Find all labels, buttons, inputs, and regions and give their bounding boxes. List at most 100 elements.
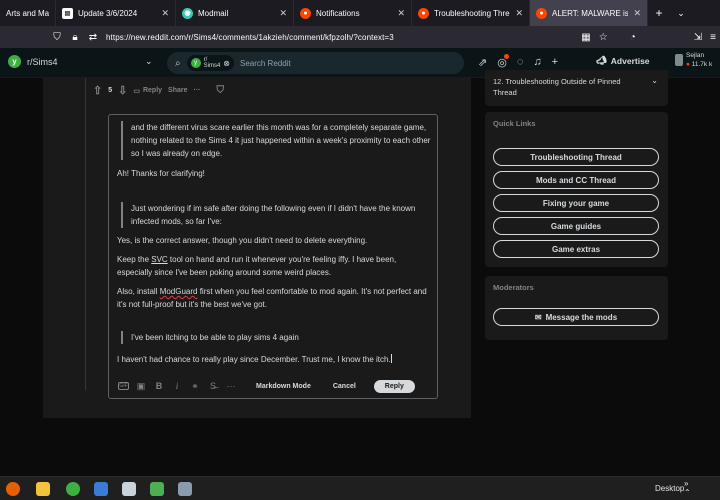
advertise-button[interactable]: 📣︎ Advertise xyxy=(596,55,650,66)
tab-title: Notifications xyxy=(316,8,360,18)
close-tab-icon[interactable]: ✕ xyxy=(515,8,523,19)
close-tab-icon[interactable]: ✕ xyxy=(633,8,641,19)
link-icon[interactable]: ⚭ xyxy=(186,381,204,392)
comment-icon: ▭ xyxy=(133,87,140,95)
paragraph: Also, install ModGuard first when you fe… xyxy=(117,285,432,311)
cancel-button[interactable]: Cancel xyxy=(333,383,356,390)
tray-overflow-icon[interactable]: » ⌃ xyxy=(684,479,691,497)
chevron-down-icon[interactable]: ⌄ xyxy=(145,56,153,67)
megaphone-icon: 📣︎ xyxy=(596,55,607,65)
upvote-icon[interactable]: ⇧ xyxy=(93,84,102,97)
app-icon[interactable] xyxy=(178,482,192,496)
modguard-link[interactable]: ModGuard xyxy=(160,287,198,296)
strikethrough-icon[interactable]: S̶ xyxy=(204,381,222,391)
advertise-label: Advertise xyxy=(610,55,650,66)
markdown-mode-button[interactable]: Markdown Mode xyxy=(256,383,311,390)
text-caret xyxy=(390,354,392,363)
tab-title: Modmail xyxy=(198,8,229,18)
menu-icon[interactable]: ≡ xyxy=(710,32,716,43)
app-icon[interactable] xyxy=(94,482,108,496)
chat-icon[interactable]: ◌ xyxy=(517,56,524,69)
browser-tab[interactable]: Arts and Mas xyxy=(0,0,56,26)
bell-icon[interactable]: ♫ xyxy=(533,56,541,69)
svc-link[interactable]: SVC xyxy=(151,255,167,264)
shield-icon[interactable]: ⛉ xyxy=(48,32,66,43)
moderators-panel: Moderators ✉ Message the mods xyxy=(485,276,668,340)
search-input[interactable] xyxy=(239,58,390,68)
bookmark-star-icon[interactable]: ☆ xyxy=(599,32,608,43)
editor-toolbar: GIF ▣ B i ⚭ S̶ ··· Markdown Mode Cancel … xyxy=(115,378,433,394)
browser-tab[interactable]: ● Troubleshooting Thread -- ✕ xyxy=(412,0,530,26)
desktop-toolbar-label[interactable]: Desktop xyxy=(655,484,684,493)
search-bar[interactable]: ⌕ y r/ Sims4 ⊗ xyxy=(167,52,464,74)
bold-icon[interactable]: B xyxy=(150,381,168,391)
page-icon: ▤ xyxy=(62,7,73,19)
quick-link-button[interactable]: Troubleshooting Thread xyxy=(493,148,659,166)
editor-content[interactable]: and the different virus scare earlier th… xyxy=(117,121,432,366)
text-run: Keep the xyxy=(117,255,152,264)
quick-link-button[interactable]: Fixing your game xyxy=(493,194,659,212)
search-scope-label: r/ Sims4 xyxy=(204,57,221,69)
mod-shield-icon[interactable]: ⛉ xyxy=(217,85,225,96)
url-bar[interactable]: https://new.reddit.com/r/Sims4/comments/… xyxy=(106,33,394,42)
sims-app-icon[interactable] xyxy=(66,482,80,496)
search-scope-chip[interactable]: y r/ Sims4 ⊗ xyxy=(186,55,234,71)
create-post-icon[interactable]: + xyxy=(552,56,558,69)
italic-icon[interactable]: i xyxy=(168,381,186,391)
moderators-title: Moderators xyxy=(493,283,534,292)
extensions-icon[interactable]: ⇲ xyxy=(694,32,702,43)
browser-tab[interactable]: ▤ Update 3/6/2024 ✕ xyxy=(56,0,176,26)
reply-submit-button[interactable]: Reply xyxy=(373,379,415,393)
qr-icon[interactable]: ▦ xyxy=(581,32,590,43)
app-icon[interactable] xyxy=(122,482,136,496)
subreddit-switcher[interactable]: y r/Sims4 xyxy=(8,55,58,68)
share-button[interactable]: Share xyxy=(168,87,187,94)
quick-link-button[interactable]: Game guides xyxy=(493,217,659,235)
paragraph: Yes, is the correct answer, though you d… xyxy=(117,236,368,245)
karma-count: ● 11.7k k xyxy=(686,61,712,69)
reply-button[interactable]: ▭ Reply xyxy=(133,87,162,95)
tab-list-icon[interactable]: ⌄ xyxy=(670,8,692,19)
firefox-icon[interactable] xyxy=(6,482,20,496)
nav-right-icons: ▦ ☆ ◔ ⇲ ≡ xyxy=(581,26,716,48)
tab-title: ALERT: MALWARE is being xyxy=(552,8,629,18)
reply-editor[interactable]: and the different virus scare earlier th… xyxy=(108,114,438,399)
app-icon[interactable] xyxy=(150,482,164,496)
quick-link-button[interactable]: Mods and CC Thread xyxy=(493,171,659,189)
popular-icon[interactable]: ⇗ xyxy=(478,56,487,69)
clear-scope-icon[interactable]: ⊗ xyxy=(223,59,230,68)
gif-icon[interactable]: GIF xyxy=(118,382,129,390)
browser-tab[interactable]: ● Notifications ✕ xyxy=(294,0,412,26)
karma-value: 11.7k k xyxy=(691,61,713,68)
reddit-icon: ● xyxy=(418,7,429,19)
close-tab-icon[interactable]: ✕ xyxy=(161,8,169,19)
thread-line[interactable] xyxy=(85,78,86,390)
text-run: I haven't had chance to really play sinc… xyxy=(117,355,391,364)
browser-tab-strip: Arts and Mas ▤ Update 3/6/2024 ✕ ◉ Modma… xyxy=(0,0,720,26)
pocket-icon[interactable]: ◔ xyxy=(630,32,636,43)
message-mods-button[interactable]: ✉ Message the mods xyxy=(493,308,659,326)
chevron-down-icon[interactable]: ⌄ xyxy=(651,76,658,85)
text-run: Also, install xyxy=(117,287,160,296)
browser-tab[interactable]: ◉ Modmail ✕ xyxy=(176,0,294,26)
close-tab-icon[interactable]: ✕ xyxy=(397,8,405,19)
new-tab-icon[interactable]: + xyxy=(648,6,670,20)
quick-link-button[interactable]: Game extras xyxy=(493,240,659,258)
image-icon[interactable]: ▣ xyxy=(132,381,150,392)
browser-tab-active[interactable]: ● ALERT: MALWARE is being ✕ xyxy=(530,0,648,26)
rule-item[interactable]: 12. Troubleshooting Outside of Pinned Th… xyxy=(493,76,643,98)
quick-links-panel: Quick Links Troubleshooting Thread Mods … xyxy=(485,112,668,267)
header-icons: ⇗ ◎ ◌ ♫ + xyxy=(478,54,558,69)
permissions-icon[interactable]: ⇄ xyxy=(84,32,102,43)
more-options-icon[interactable]: ··· xyxy=(194,87,201,94)
file-explorer-icon[interactable] xyxy=(36,482,50,496)
message-mods-label: Message the mods xyxy=(545,312,618,322)
lock-icon[interactable]: 🔒︎ xyxy=(66,32,84,43)
avatar xyxy=(675,54,683,66)
notification-icon[interactable]: ◎ xyxy=(497,54,509,69)
browser-nav-bar: ⛉ 🔒︎ ⇄ https://new.reddit.com/r/Sims4/co… xyxy=(0,26,720,48)
downvote-icon[interactable]: ⇩ xyxy=(118,84,127,97)
tab-title: Troubleshooting Thread -- xyxy=(434,8,510,18)
close-tab-icon[interactable]: ✕ xyxy=(279,8,287,19)
more-formatting-icon[interactable]: ··· xyxy=(222,381,240,391)
